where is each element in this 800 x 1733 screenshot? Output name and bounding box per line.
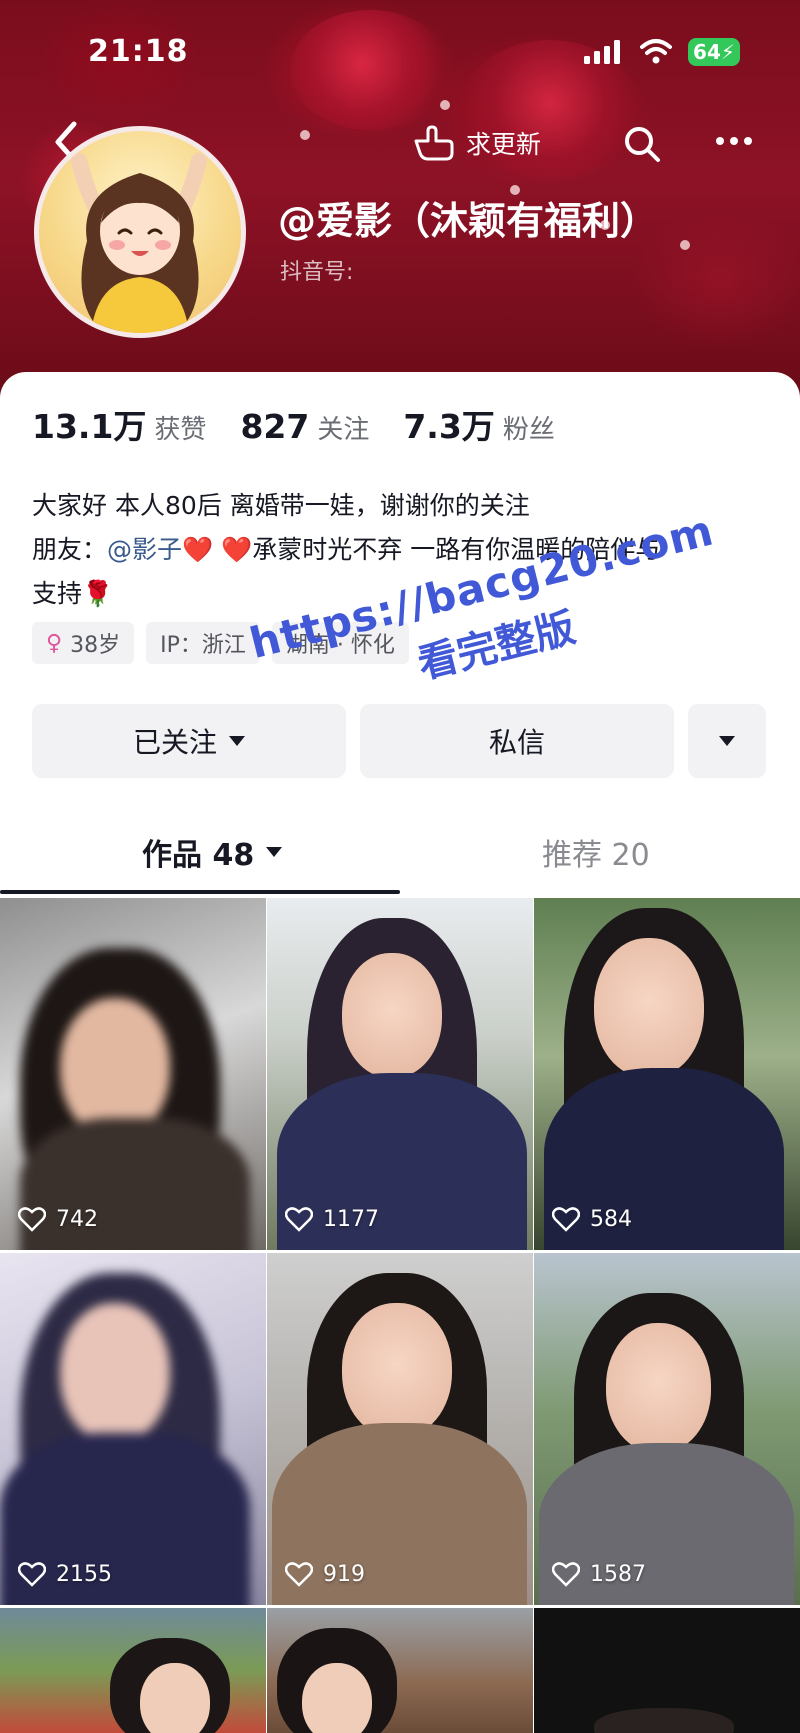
like-count: 919 — [285, 1561, 365, 1587]
search-icon[interactable] — [620, 122, 664, 166]
tag-age-text: 38岁 — [70, 633, 121, 658]
like-count-value: 919 — [323, 1561, 365, 1587]
heart-emoji: ❤️ — [182, 535, 214, 564]
bio-line-3-text: 支持 — [32, 579, 83, 608]
video-thumbnail[interactable]: 1587 — [534, 1253, 800, 1605]
battery-level: 64 — [693, 40, 721, 64]
status-bar: 21:18 64 ⚡ — [0, 0, 800, 100]
heart-outline-icon — [18, 1562, 46, 1587]
video-thumbnail-face — [140, 1663, 210, 1733]
like-count: 1177 — [285, 1206, 379, 1232]
more-actions-button[interactable] — [688, 704, 766, 778]
ellipsis-icon[interactable] — [712, 126, 756, 156]
sparkle-decoration — [680, 240, 690, 250]
video-thumbnail[interactable] — [534, 1608, 800, 1733]
stat-following-value: 827 — [240, 407, 310, 446]
request-update-button[interactable]: 求更新 — [412, 118, 541, 168]
like-count-value: 1587 — [590, 1561, 646, 1587]
like-count-value: 742 — [56, 1206, 98, 1232]
video-thumbnail[interactable]: 742 — [0, 898, 266, 1250]
bio-mention-link[interactable]: @影子 — [107, 535, 182, 564]
avatar-illustration — [71, 153, 207, 333]
like-count: 584 — [552, 1206, 632, 1232]
heart-outline-icon — [285, 1207, 313, 1232]
status-time: 21:18 — [88, 34, 189, 69]
tab-works[interactable]: 作品 48 — [142, 830, 283, 874]
wifi-icon — [640, 39, 672, 64]
stat-followers-label: 粉丝 — [502, 415, 555, 445]
video-thumbnail-face — [302, 1663, 372, 1733]
video-thumbnail[interactable]: 919 — [267, 1253, 533, 1605]
tab-works-label: 作品 48 — [142, 838, 255, 873]
video-thumbnail-image — [594, 1708, 734, 1733]
female-icon: ♀ — [46, 630, 63, 656]
heart-outline-icon — [552, 1207, 580, 1232]
video-thumbnail[interactable]: 584 — [534, 898, 800, 1250]
rose-emoji: 🌹 — [82, 579, 114, 608]
content-tabs: 作品 48 推荐 20 — [0, 820, 800, 894]
like-count-value: 2155 — [56, 1561, 112, 1587]
video-thumbnail-image — [534, 1253, 800, 1605]
stat-followers[interactable]: 7.3万 粉丝 — [403, 400, 554, 448]
active-tab-indicator — [0, 890, 400, 894]
heart-emoji: ❤️ — [221, 535, 253, 564]
video-thumbnail-image — [0, 898, 266, 1250]
caret-down-icon — [229, 736, 245, 746]
like-count-value: 584 — [590, 1206, 632, 1232]
bio-friend-prefix: 朋友： — [32, 535, 108, 564]
stat-followers-value: 7.3万 — [403, 407, 495, 446]
signal-icon — [584, 40, 620, 64]
like-count: 1587 — [552, 1561, 646, 1587]
video-thumbnail-image — [0, 1253, 266, 1605]
video-thumbnail-image — [267, 1253, 533, 1605]
stat-likes[interactable]: 13.1万 获赞 — [32, 400, 206, 448]
heart-outline-icon — [18, 1207, 46, 1232]
caret-down-icon — [719, 736, 735, 746]
video-thumbnail[interactable]: 2155 — [0, 1253, 266, 1605]
video-thumbnail[interactable] — [0, 1608, 266, 1733]
tab-recommend-label: 推荐 20 — [542, 838, 650, 873]
avatar[interactable] — [34, 126, 246, 338]
like-count-value: 1177 — [323, 1206, 379, 1232]
tab-recommend[interactable]: 推荐 20 — [542, 830, 650, 874]
stat-likes-label: 获赞 — [154, 415, 207, 445]
profile-name: @爱影（沐颖有福利） — [278, 199, 659, 243]
heart-outline-icon — [552, 1562, 580, 1587]
caret-down-icon — [266, 847, 283, 857]
video-thumbnail-image — [267, 898, 533, 1250]
sparkle-decoration — [440, 100, 450, 110]
pointing-hand-icon — [414, 125, 454, 161]
tag-age: ♀ 38岁 — [32, 622, 135, 664]
video-thumbnail-image — [534, 898, 800, 1250]
tag-ip-text: IP：浙江 — [160, 633, 246, 658]
like-count: 2155 — [18, 1561, 112, 1587]
battery-icon: 64 ⚡ — [688, 38, 740, 66]
following-button-label: 已关注 — [132, 726, 217, 759]
douyin-id-label: 抖音号: — [280, 260, 354, 285]
sparkle-decoration — [300, 130, 310, 140]
like-count: 742 — [18, 1206, 98, 1232]
video-grid: 742 1177 584 2155 919 1587 — [0, 898, 800, 1605]
request-update-label: 求更新 — [466, 130, 542, 159]
stat-following[interactable]: 827 关注 — [240, 407, 369, 446]
stat-following-label: 关注 — [317, 415, 370, 445]
video-grid-row-3 — [0, 1608, 800, 1733]
video-thumbnail[interactable] — [267, 1608, 533, 1733]
heart-outline-icon — [285, 1562, 313, 1587]
video-thumbnail[interactable]: 1177 — [267, 898, 533, 1250]
stat-likes-value: 13.1万 — [32, 407, 147, 446]
profile-stats: 13.1万 获赞 827 关注 7.3万 粉丝 — [32, 400, 589, 448]
